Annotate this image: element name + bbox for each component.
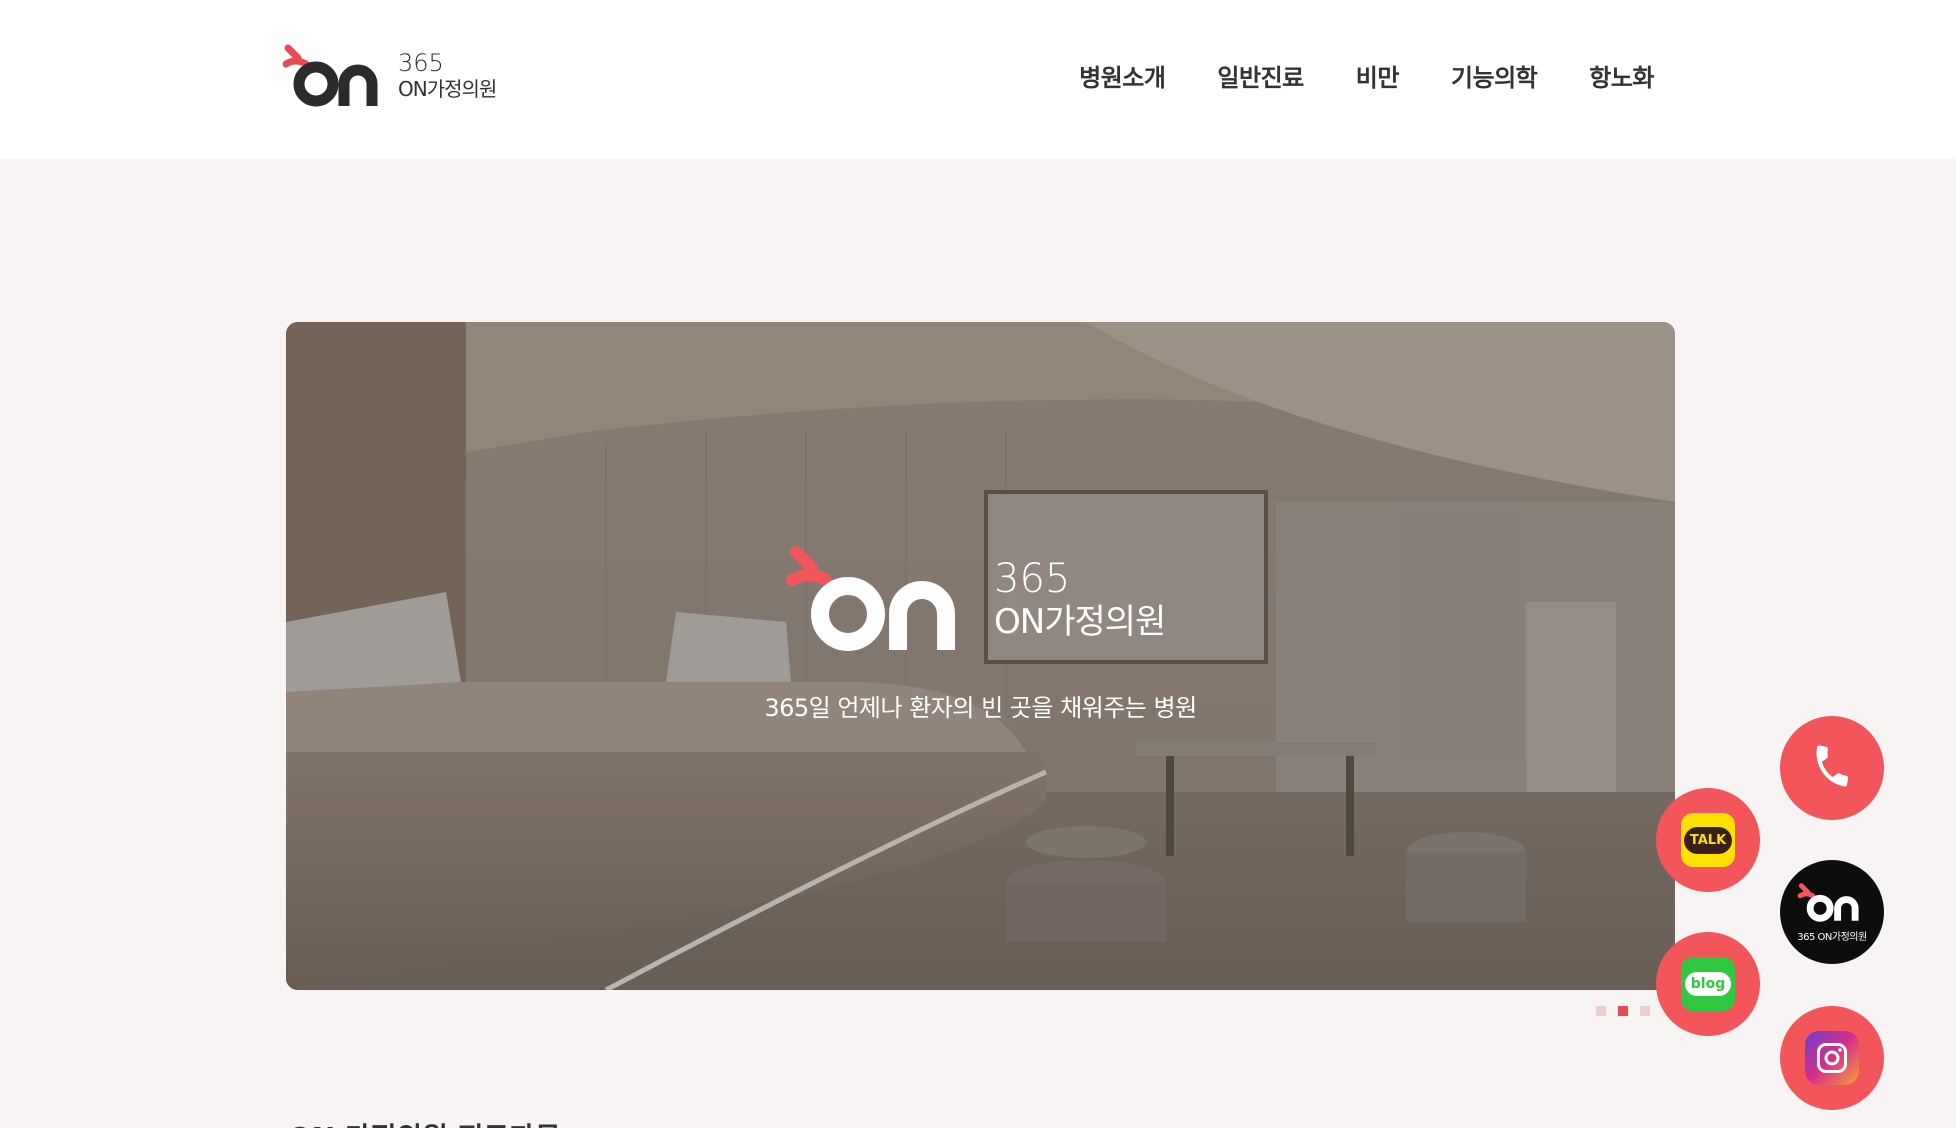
instagram-icon: [1805, 1031, 1859, 1085]
slide-dot-2[interactable]: [1618, 1006, 1628, 1016]
hero-brand-logo: 365 ON가정의원: [786, 544, 1206, 654]
hero-slide[interactable]: 365 ON가정의원 365일 언제나 환자의 빈 곳을 채워주는 병원: [286, 322, 1675, 990]
instagram-button[interactable]: [1780, 1006, 1884, 1110]
slide-dot-1[interactable]: [1596, 1006, 1606, 1016]
naver-blog-button[interactable]: blog: [1656, 932, 1760, 1036]
on-logo-icon: [786, 544, 986, 654]
kakaotalk-button[interactable]: TALK: [1656, 788, 1760, 892]
logo-name: ON가정의원: [398, 77, 497, 101]
naver-blog-icon: blog: [1681, 957, 1735, 1011]
phone-icon: [1808, 742, 1856, 794]
slide-dot-3[interactable]: [1640, 1006, 1650, 1016]
on-logo-icon: [1797, 882, 1867, 926]
hero-tagline: 365일 언제나 환자의 빈 곳을 채워주는 병원: [764, 694, 1197, 722]
logo-number: 365: [398, 49, 444, 77]
nav-anti-aging[interactable]: 항노화: [1589, 58, 1654, 93]
clinic-home-label: 365 ON가정의원: [1797, 931, 1867, 943]
slider-pagination: [1596, 1006, 1650, 1016]
hero-brand-name: ON가정의원: [994, 602, 1166, 642]
nav-about[interactable]: 병원소개: [1079, 58, 1166, 93]
site-header: 365 ON가정의원 병원소개 일반진료 비만 기능의학 항노화: [0, 0, 1956, 159]
clinic-home-button[interactable]: 365 ON가정의원: [1780, 860, 1884, 964]
kakaotalk-icon: TALK: [1681, 813, 1735, 867]
nav-obesity[interactable]: 비만: [1356, 58, 1400, 93]
nav-functional-medicine[interactable]: 기능의학: [1451, 58, 1538, 93]
main-nav: 병원소개 일반진료 비만 기능의학 항노화: [1079, 58, 1654, 93]
nav-general-care[interactable]: 일반진료: [1217, 58, 1304, 93]
site-logo[interactable]: 365 ON가정의원: [282, 40, 512, 110]
phone-call-button[interactable]: [1780, 716, 1884, 820]
on-logo-icon: [282, 40, 392, 110]
hero-brand-number: 365: [994, 556, 1071, 602]
section-title: ON 가정의원 진료과목: [288, 1116, 561, 1128]
